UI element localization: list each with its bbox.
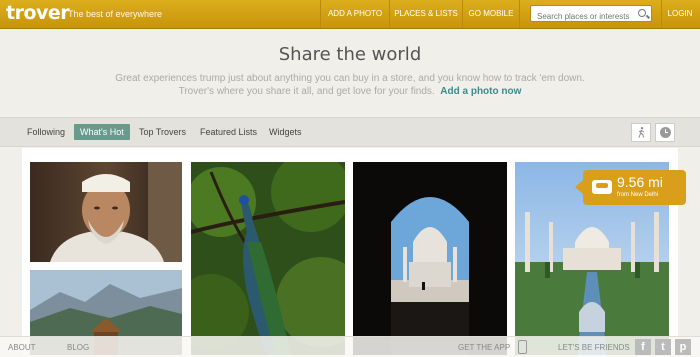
footer: ABOUT BLOG GET THE APP LET'S BE FRIENDS … (0, 336, 700, 357)
recent-toggle[interactable] (655, 123, 675, 142)
pinterest-icon[interactable]: p (675, 339, 691, 355)
distance-origin: from New Delhi (617, 192, 659, 198)
hero-title: Share the world (278, 44, 422, 65)
portrait-photo (30, 162, 182, 262)
hero-line-2: Trover's where you share it all, and get… (0, 85, 700, 98)
tab-featured-lists[interactable]: Featured Lists (194, 124, 263, 140)
top-bar: trover The best of everywhere ADD A PHOT… (0, 0, 700, 29)
photo-card-peacock[interactable] (189, 160, 347, 357)
distance-value: 9.56 mi (617, 174, 663, 190)
add-photo-link[interactable]: Add a photo now (440, 86, 521, 97)
search-input[interactable] (531, 9, 635, 24)
search-box[interactable] (530, 5, 652, 24)
tab-whats-hot[interactable]: What's Hot (74, 124, 130, 140)
facebook-icon[interactable]: f (635, 339, 651, 355)
walk-icon (638, 127, 645, 138)
nearby-toggle[interactable] (631, 123, 651, 142)
logo[interactable]: trover (6, 2, 70, 24)
search-icon[interactable] (638, 9, 646, 17)
tagline: The best of everywhere (68, 9, 163, 19)
tab-top-trovers[interactable]: Top Trovers (133, 124, 192, 140)
phone-icon[interactable] (518, 340, 527, 354)
tab-widgets[interactable]: Widgets (263, 124, 308, 140)
login-link[interactable]: LOGIN (662, 0, 698, 28)
feed-tabs: Following What's Hot Top Trovers Feature… (0, 117, 700, 147)
car-icon (592, 180, 612, 194)
nav-places-lists[interactable]: PLACES & LISTS (390, 0, 462, 28)
taj-arch-photo (353, 162, 507, 355)
tab-following[interactable]: Following (21, 124, 71, 140)
footer-about[interactable]: ABOUT (8, 343, 36, 352)
twitter-icon[interactable]: t (655, 339, 671, 355)
footer-get-app[interactable]: GET THE APP (458, 343, 510, 352)
hero: Share the world Great experiences trump … (0, 29, 700, 117)
nav-go-mobile[interactable]: GO MOBILE (463, 0, 519, 28)
footer-blog[interactable]: BLOG (67, 343, 89, 352)
clock-icon (660, 127, 671, 138)
nav-add-photo[interactable]: ADD A PHOTO (321, 0, 389, 28)
hero-text: Great experiences trump just about anyth… (0, 72, 700, 98)
peacock-photo (191, 162, 345, 355)
photo-card-taj-arch[interactable] (351, 160, 509, 357)
footer-friends: LET'S BE FRIENDS (558, 343, 630, 352)
hero-line-2-text: Trover's where you share it all, and get… (178, 86, 435, 97)
hero-line-1: Great experiences trump just about anyth… (115, 73, 585, 84)
distance-badge: 9.56 mi from New Delhi (575, 170, 686, 205)
photo-card-portrait[interactable] (28, 160, 184, 264)
nav-divider (519, 0, 520, 28)
